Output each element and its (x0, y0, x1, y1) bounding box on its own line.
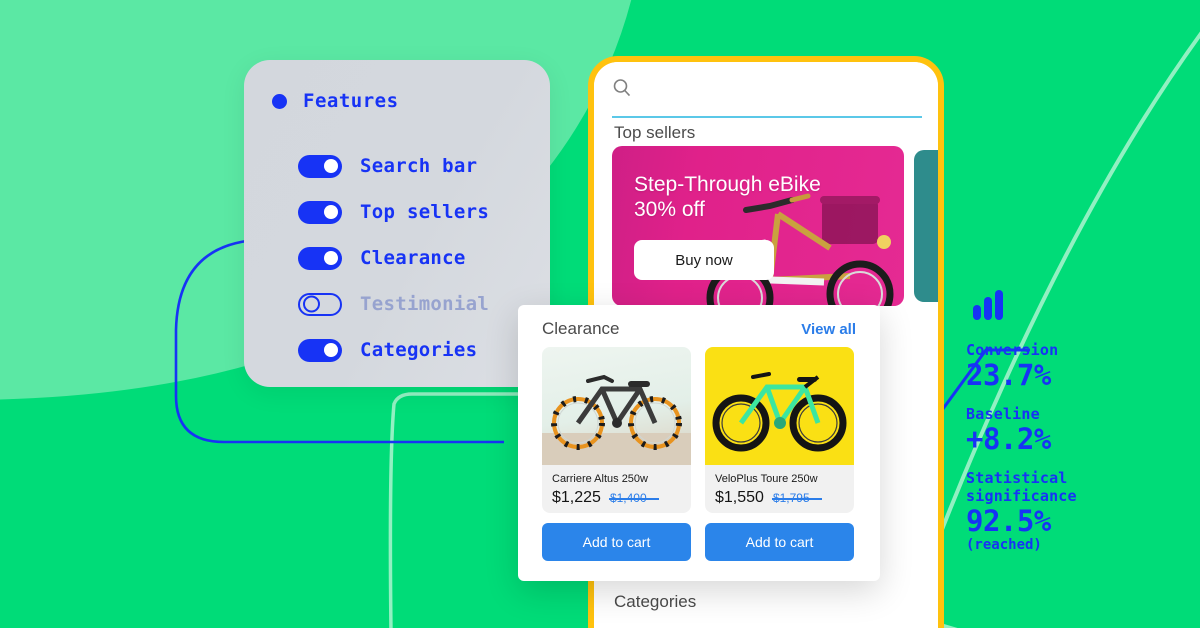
feature-label-clearance: Clearance (360, 247, 466, 269)
features-panel-title: Features (303, 90, 399, 112)
view-all-link[interactable]: View all (801, 321, 856, 338)
product-meta: VeloPlus Toure 250w $1,550 $1,795 (705, 465, 854, 513)
search-bar[interactable] (612, 78, 922, 118)
hero-title-line2: 30% off (634, 198, 705, 221)
product-old-price: $1,400 (608, 491, 659, 505)
stat-label-significance-line2: significance (966, 487, 1077, 505)
hero-promo-card-secondary[interactable] (914, 150, 938, 302)
hero-title-line1: Step-Through eBike (634, 173, 821, 196)
feature-row-testimonial[interactable]: Testimonial (298, 281, 489, 327)
feature-label-categories: Categories (360, 339, 478, 361)
product-image-carriere-altus (542, 347, 691, 465)
feature-label-search-bar: Search bar (360, 155, 478, 177)
feature-row-search-bar[interactable]: Search bar (298, 143, 489, 189)
feature-label-top-sellers: Top sellers (360, 201, 490, 223)
toggle-switch-clearance[interactable] (298, 246, 342, 270)
clearance-section-card: Clearance View all Carriere Altus 250w $… (518, 305, 880, 581)
stat-label-significance-line1: Statistical (966, 469, 1068, 487)
product-price: $1,550 (715, 489, 764, 506)
product-card[interactable]: Carriere Altus 250w $1,225 $1,400 Add to… (542, 347, 691, 561)
poster-canvas: Features Search bar Top sellers Clearanc… (0, 0, 1200, 628)
feature-row-top-sellers[interactable]: Top sellers (298, 189, 489, 235)
product-meta: Carriere Altus 250w $1,225 $1,400 (542, 465, 691, 513)
features-panel: Features Search bar Top sellers Clearanc… (244, 60, 550, 387)
product-name: Carriere Altus 250w (552, 473, 648, 485)
add-to-cart-button[interactable]: Add to cart (542, 523, 691, 561)
feature-toggle-list: Search bar Top sellers Clearance Testimo… (298, 143, 489, 373)
bar-chart-icon (972, 288, 1196, 327)
clearance-title: Clearance (542, 319, 620, 338)
add-to-cart-button[interactable]: Add to cart (705, 523, 854, 561)
product-name: VeloPlus Toure 250w (715, 473, 818, 485)
filled-circle-icon (272, 93, 287, 109)
search-icon (612, 79, 632, 102)
features-panel-header: Features (272, 90, 399, 112)
product-price: $1,225 (552, 489, 601, 506)
buy-now-button[interactable]: Buy now (634, 240, 774, 280)
product-image-veloplus-toure (705, 347, 854, 465)
toggle-switch-testimonial[interactable] (298, 292, 342, 316)
feature-label-testimonial: Testimonial (360, 293, 490, 315)
search-input-underline (612, 116, 922, 118)
stat-value-baseline: +8.2% (966, 422, 1051, 456)
toggle-switch-categories[interactable] (298, 338, 342, 362)
product-list: Carriere Altus 250w $1,225 $1,400 Add to… (542, 347, 854, 561)
hero-title: Step-Through eBike 30% off (634, 172, 821, 222)
toggle-switch-search-bar[interactable] (298, 154, 342, 178)
stat-value-conversion: 23.7% (966, 358, 1051, 392)
product-price-row: $1,550 $1,795 (715, 489, 844, 507)
stat-value-significance: 92.5% (966, 504, 1051, 538)
stat-label-conversion: Conversion (966, 341, 1059, 359)
feature-row-clearance[interactable]: Clearance (298, 235, 489, 281)
product-price-row: $1,225 $1,400 (552, 489, 681, 507)
toggle-switch-top-sellers[interactable] (298, 200, 342, 224)
clearance-header: Clearance View all (542, 319, 856, 339)
stat-sub-significance: (reached) (966, 537, 1042, 553)
stats-panel: Conversion 23.7% Baseline +8.2% Statisti… (966, 288, 1196, 567)
product-old-price: $1,795 (771, 491, 822, 505)
stat-baseline: Baseline +8.2% (966, 405, 1196, 455)
section-title-top-sellers: Top sellers (614, 123, 696, 142)
feature-row-categories[interactable]: Categories (298, 327, 489, 373)
hero-promo-card[interactable]: Step-Through eBike 30% off Buy now (612, 146, 904, 306)
stat-conversion: Conversion 23.7% (966, 341, 1196, 391)
product-card[interactable]: VeloPlus Toure 250w $1,550 $1,795 Add to… (705, 347, 854, 561)
section-title-categories: Categories (614, 592, 697, 611)
stat-statistical-significance: Statistical significance 92.5% (reached) (966, 469, 1196, 553)
stat-label-baseline: Baseline (966, 405, 1040, 423)
